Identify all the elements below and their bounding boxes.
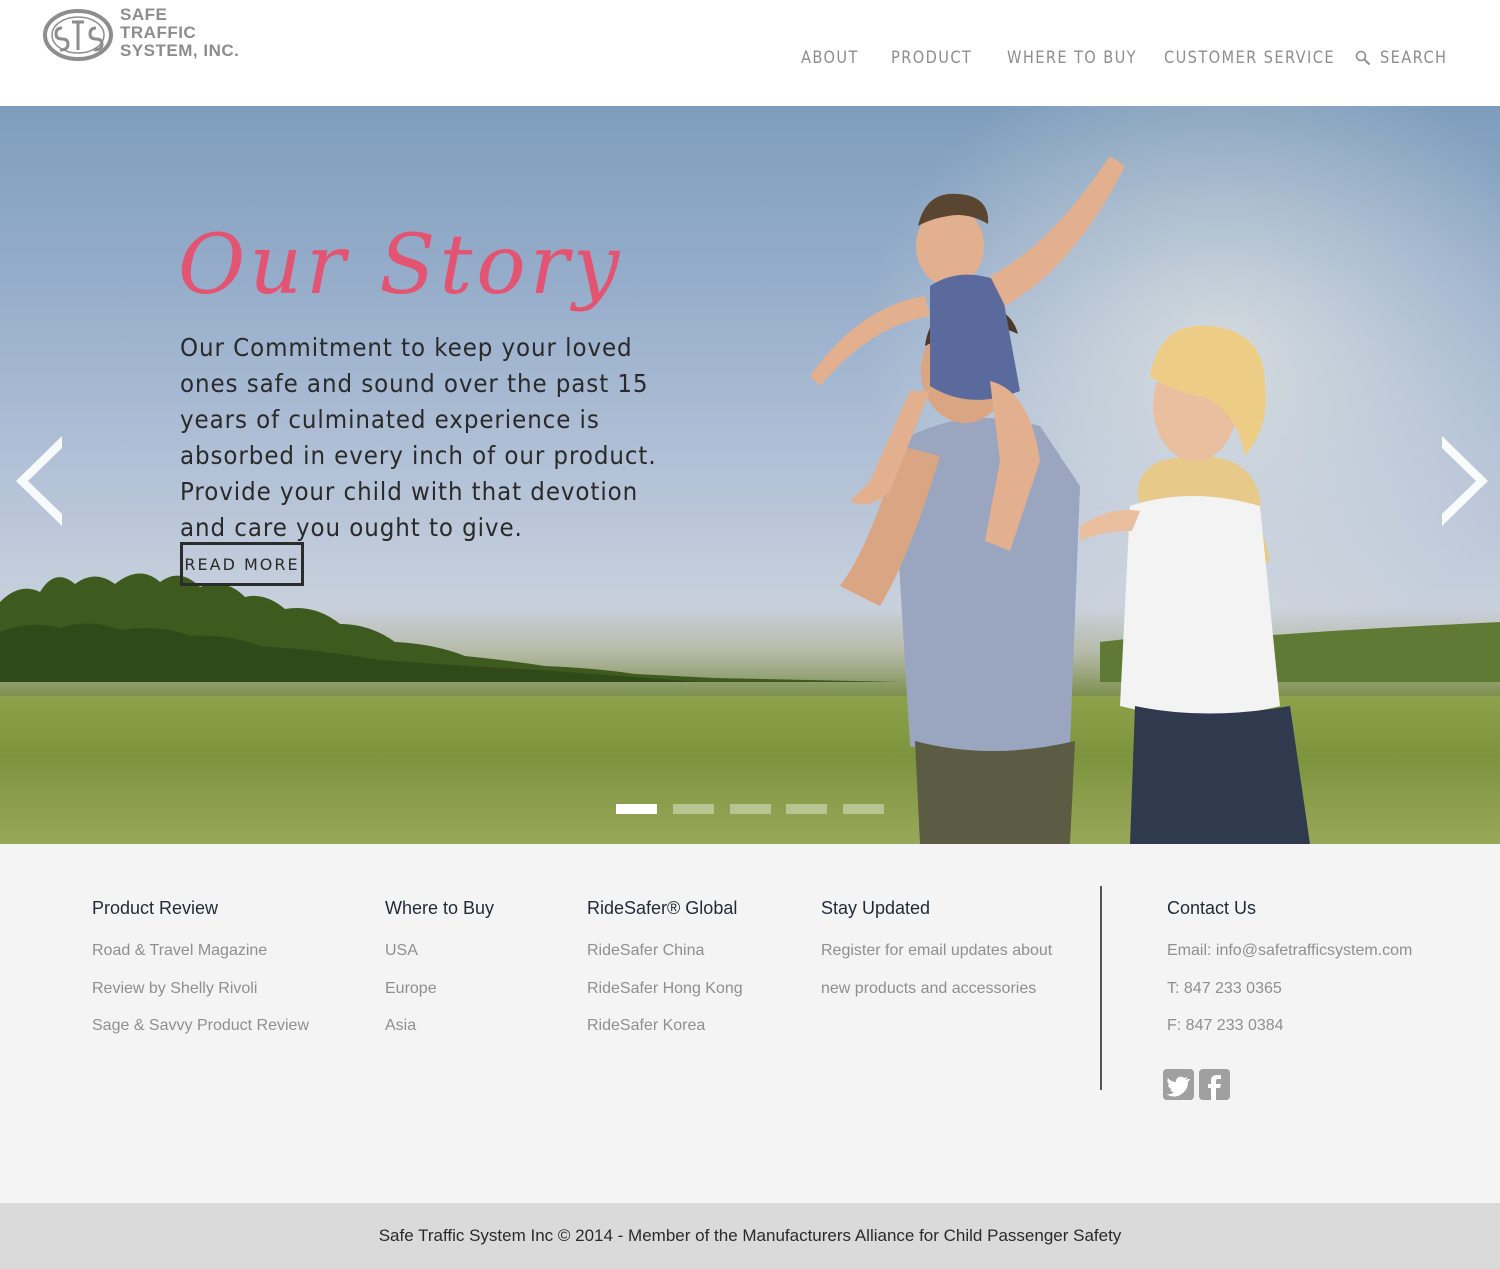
footer-heading: RideSafer® Global — [587, 898, 738, 918]
footer-link[interactable]: Register for email updates about — [821, 941, 1052, 961]
footer-col-stay-updated: Stay Updated Register for email updates … — [821, 898, 1052, 1016]
facebook-icon[interactable] — [1199, 1069, 1230, 1100]
footer-link[interactable]: Road & Travel Magazine — [92, 941, 309, 961]
footer-col-ridesafer-global: RideSafer® Global RideSafer China RideSa… — [587, 898, 743, 1054]
site-footer: Product Review Road & Travel Magazine Re… — [0, 844, 1500, 1203]
logo-badge-icon — [43, 9, 113, 61]
hero-slider: Our Story Our Commitment to keep your lo… — [0, 106, 1500, 844]
logo-wordmark: SAFE TRAFFIC SYSTEM, INC. — [120, 6, 300, 60]
logo[interactable]: SAFE TRAFFIC SYSTEM, INC. — [40, 4, 290, 64]
read-more-button[interactable]: READ MORE — [180, 542, 304, 586]
slider-dot-1[interactable] — [616, 804, 657, 814]
footer-col-contact-us: Contact Us Email: info@safetrafficsystem… — [1167, 898, 1412, 1054]
footer-link[interactable]: RideSafer Korea — [587, 1016, 743, 1036]
nav-customer-service[interactable]: CUSTOMER SERVICE — [1164, 48, 1335, 68]
footer-divider — [1100, 886, 1102, 1090]
footer-link[interactable]: USA — [385, 941, 494, 961]
hero-title: Our Story — [178, 218, 624, 313]
twitter-icon[interactable] — [1163, 1069, 1194, 1100]
slider-prev-arrow-icon[interactable] — [14, 436, 64, 526]
footer-email[interactable]: Email: info@safetrafficsystem.com — [1167, 941, 1412, 961]
logo-line: SAFE — [120, 5, 168, 24]
footer-link[interactable]: RideSafer China — [587, 941, 743, 961]
footer-fax: F: 847 233 0384 — [1167, 1017, 1284, 1034]
nav-about[interactable]: ABOUT — [801, 48, 859, 68]
logo-line: SYSTEM, INC. — [120, 41, 240, 60]
nav-where-to-buy[interactable]: WHERE TO BUY — [1007, 48, 1137, 68]
slider-dot-4[interactable] — [786, 804, 827, 814]
nav-product[interactable]: PRODUCT — [891, 48, 972, 68]
slider-dot-5[interactable] — [843, 804, 884, 814]
site-header: SAFE TRAFFIC SYSTEM, INC. ABOUT PRODUCT … — [0, 0, 1500, 106]
logo-line: TRAFFIC — [120, 23, 197, 42]
footer-heading: Product Review — [92, 898, 219, 918]
nav-search[interactable]: SEARCH — [1380, 48, 1447, 68]
hero-description: Our Commitment to keep your loved ones s… — [180, 333, 657, 542]
slider-next-arrow-icon[interactable] — [1440, 436, 1490, 526]
footer-link[interactable]: RideSafer Hong Kong — [587, 979, 743, 999]
footer-link[interactable]: Review by Shelly Rivoli — [92, 979, 309, 999]
slider-dot-3[interactable] — [730, 804, 771, 814]
footer-link[interactable]: Asia — [385, 1016, 494, 1036]
footer-link[interactable]: Europe — [385, 979, 494, 999]
footer-link[interactable]: Sage & Savvy Product Review — [92, 1016, 309, 1036]
slider-dot-2[interactable] — [673, 804, 714, 814]
search-icon[interactable] — [1355, 50, 1371, 66]
copyright-bar: Safe Traffic System Inc © 2014 - Member … — [0, 1203, 1500, 1269]
footer-link[interactable]: new products and accessories — [821, 979, 1052, 999]
footer-phone: T: 847 233 0365 — [1167, 979, 1282, 997]
footer-heading: Where to Buy — [385, 898, 495, 918]
footer-heading: Stay Updated — [821, 898, 931, 918]
footer-col-where-to-buy: Where to Buy USA Europe Asia — [385, 898, 494, 1054]
footer-col-product-review: Product Review Road & Travel Magazine Re… — [92, 898, 309, 1054]
copyright-text: Safe Traffic System Inc © 2014 - Member … — [378, 1226, 1122, 1245]
footer-heading: Contact Us — [1167, 898, 1257, 918]
hero-family-illustration — [810, 156, 1310, 844]
